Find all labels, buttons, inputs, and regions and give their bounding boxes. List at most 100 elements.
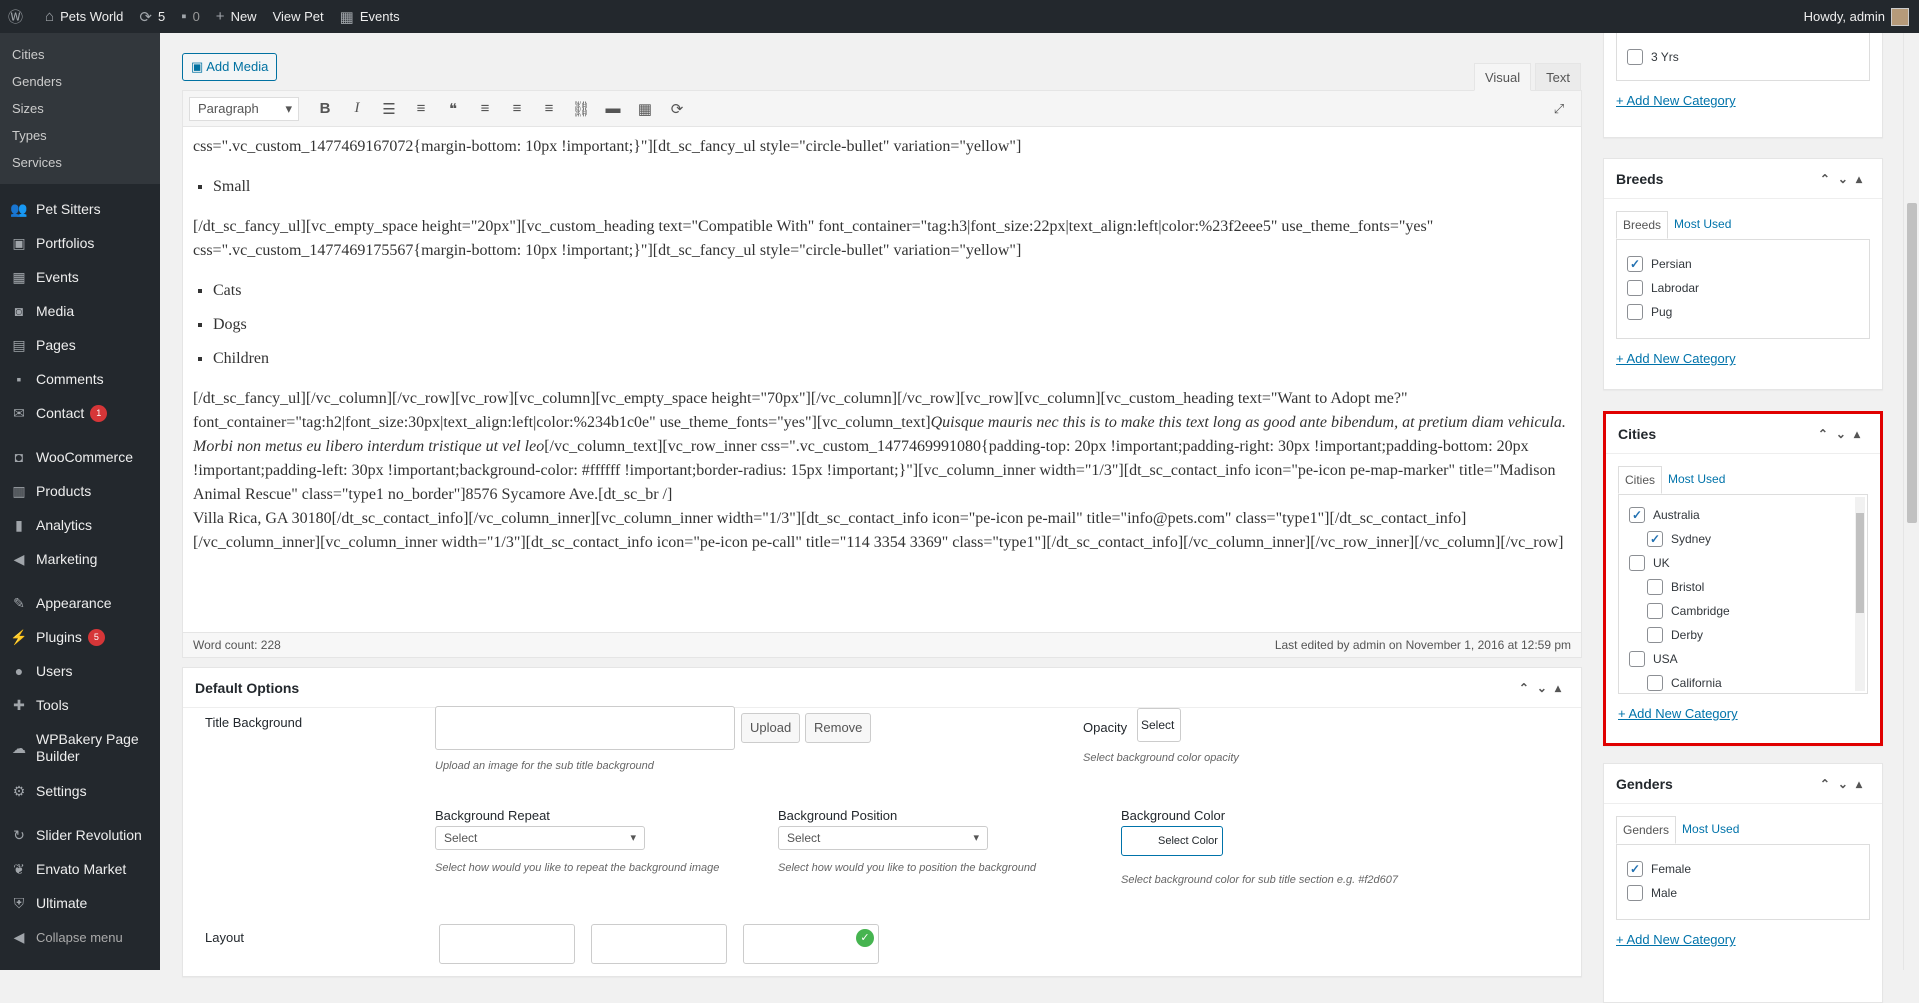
refresh-icon[interactable]: ⟳ — [661, 100, 693, 118]
category-item[interactable]: UK — [1629, 551, 1857, 575]
page-scrollbar[interactable] — [1903, 33, 1919, 970]
menu-woocommerce[interactable]: ◘ WooCommerce — [0, 440, 160, 474]
menu-comments[interactable]: ▪ Comments — [0, 362, 160, 396]
read-more-icon[interactable]: ▬ — [597, 100, 629, 117]
checkbox-checked[interactable]: ✓ — [1647, 531, 1663, 547]
checkbox[interactable] — [1627, 49, 1643, 65]
align-left-icon[interactable]: ≡ — [469, 100, 501, 117]
layout-option-1[interactable] — [439, 924, 575, 964]
menu-media[interactable]: ◙ Media — [0, 294, 160, 328]
new-content-link[interactable]: + New — [208, 0, 265, 33]
checkbox[interactable] — [1647, 603, 1663, 619]
tab-most-used[interactable]: Most Used — [1668, 211, 1737, 239]
checkbox-checked[interactable]: ✓ — [1627, 256, 1643, 272]
menu-pages[interactable]: ▤ Pages — [0, 328, 160, 362]
submenu-sizes[interactable]: Sizes — [0, 95, 160, 122]
menu-ultimate[interactable]: ⛨ Ultimate — [0, 886, 160, 920]
layout-option-3[interactable]: ✓ — [743, 924, 879, 964]
cities-scrollbar[interactable] — [1855, 497, 1865, 691]
bg-position-select[interactable]: Select — [778, 826, 988, 850]
category-item[interactable]: California — [1629, 671, 1857, 693]
checkbox[interactable] — [1647, 579, 1663, 595]
menu-contact[interactable]: ✉ Contact 1 — [0, 396, 160, 430]
category-item[interactable]: USA — [1629, 647, 1857, 671]
upload-button[interactable]: Upload — [741, 713, 801, 743]
submenu-cities[interactable]: Cities — [0, 41, 160, 68]
fullscreen-icon[interactable]: ⤢ — [1543, 101, 1575, 117]
events-link[interactable]: ▦ Events — [332, 0, 408, 33]
bg-repeat-select[interactable]: Select — [435, 826, 645, 850]
comments-link[interactable]: ▪ 0 — [173, 0, 208, 33]
submenu-types[interactable]: Types — [0, 122, 160, 149]
menu-users[interactable]: ● Users — [0, 654, 160, 688]
category-item[interactable]: ✓ Female — [1627, 857, 1859, 881]
checkbox[interactable] — [1647, 627, 1663, 643]
box-controls-icon[interactable]: ⌃⌄▴ — [1820, 159, 1870, 198]
menu-plugins[interactable]: ⚡ Plugins 5 — [0, 620, 160, 654]
menu-settings[interactable]: ⚙ Settings — [0, 774, 160, 808]
site-name-link[interactable]: ⌂ Pets World — [37, 0, 131, 33]
category-item[interactable]: Derby — [1629, 623, 1857, 647]
add-new-category-link[interactable]: + Add New Category — [1616, 932, 1870, 947]
menu-portfolios[interactable]: ▣ Portfolios — [0, 226, 160, 260]
menu-analytics[interactable]: ▮ Analytics — [0, 508, 160, 542]
submenu-services[interactable]: Services — [0, 149, 160, 176]
page-scrollbar-thumb[interactable] — [1907, 203, 1917, 523]
menu-appearance[interactable]: ✎ Appearance — [0, 586, 160, 620]
view-pet-link[interactable]: View Pet — [265, 0, 332, 33]
italic-icon[interactable]: I — [341, 100, 373, 117]
menu-marketing[interactable]: ◀ Marketing — [0, 542, 160, 576]
category-item[interactable]: Bristol — [1629, 575, 1857, 599]
add-new-category-link[interactable]: + Add New Category — [1616, 93, 1870, 108]
menu-products[interactable]: ▥ Products — [0, 474, 160, 508]
add-new-category-link[interactable]: + Add New Category — [1618, 706, 1868, 721]
box-controls-icon[interactable]: ⌃⌄▴ — [1519, 668, 1569, 707]
add-new-category-link[interactable]: + Add New Category — [1616, 351, 1870, 366]
format-select[interactable]: Paragraph — [189, 96, 299, 121]
breeds-header[interactable]: Breeds ⌃⌄▴ — [1604, 159, 1882, 199]
category-item[interactable]: ✓ Persian — [1627, 252, 1859, 276]
box-controls-icon[interactable]: ⌃⌄▴ — [1820, 764, 1870, 803]
opacity-select[interactable]: Select — [1137, 708, 1181, 742]
remove-button[interactable]: Remove — [805, 713, 872, 743]
tab-visual[interactable]: Visual — [1473, 63, 1532, 91]
category-item[interactable]: ✓ Sydney — [1629, 527, 1857, 551]
category-item[interactable]: Labrodar — [1627, 276, 1859, 300]
checkbox-checked[interactable]: ✓ — [1627, 861, 1643, 877]
checkbox[interactable] — [1627, 304, 1643, 320]
menu-wpbakery[interactable]: ☁ WPBakery Page Builder — [0, 722, 160, 774]
menu-pet-sitters[interactable]: 👥 Pet Sitters — [0, 192, 160, 226]
title-background-input[interactable] — [435, 706, 735, 750]
category-item[interactable]: ✓ Australia — [1629, 503, 1857, 527]
bullet-list-icon[interactable]: ☰ — [373, 100, 405, 118]
align-center-icon[interactable]: ≡ — [501, 100, 533, 117]
add-media-button[interactable]: ▣ Add Media — [182, 53, 278, 81]
tab-most-used[interactable]: Most Used — [1662, 466, 1731, 494]
checkbox[interactable] — [1629, 651, 1645, 667]
bold-icon[interactable]: B — [309, 100, 341, 117]
checkbox-checked[interactable]: ✓ — [1629, 507, 1645, 523]
toolbar-toggle-icon[interactable]: ▦ — [629, 100, 661, 118]
category-item[interactable]: Cambridge — [1629, 599, 1857, 623]
category-item[interactable]: 3 Yrs — [1627, 45, 1859, 69]
cities-header[interactable]: Cities ⌃⌄▴ — [1606, 414, 1880, 454]
wordpress-logo[interactable]: Ⓦ — [0, 0, 37, 33]
menu-events[interactable]: ▦ Events — [0, 260, 160, 294]
category-item[interactable]: Pug — [1627, 300, 1859, 324]
menu-envato-market[interactable]: ❦ Envato Market — [0, 852, 160, 886]
checkbox[interactable] — [1647, 675, 1663, 691]
editor-content[interactable]: css=".vc_custom_1477469167072{margin-bot… — [183, 127, 1581, 621]
menu-slider-revolution[interactable]: ↻ Slider Revolution — [0, 818, 160, 852]
checkbox[interactable] — [1627, 280, 1643, 296]
updates-link[interactable]: ⟳ 5 — [131, 0, 173, 33]
checkbox[interactable] — [1629, 555, 1645, 571]
tab-all-cities[interactable]: Cities — [1618, 466, 1663, 494]
tab-most-used[interactable]: Most Used — [1676, 816, 1745, 844]
tab-all-genders[interactable]: Genders — [1616, 816, 1677, 844]
menu-tools[interactable]: ✚ Tools — [0, 688, 160, 722]
genders-header[interactable]: Genders ⌃⌄▴ — [1604, 764, 1882, 804]
blockquote-icon[interactable]: ❝ — [437, 100, 469, 118]
box-controls-icon[interactable]: ⌃⌄▴ — [1818, 414, 1868, 453]
align-right-icon[interactable]: ≡ — [533, 100, 565, 117]
default-options-header[interactable]: Default Options ⌃⌄▴ — [183, 668, 1581, 708]
